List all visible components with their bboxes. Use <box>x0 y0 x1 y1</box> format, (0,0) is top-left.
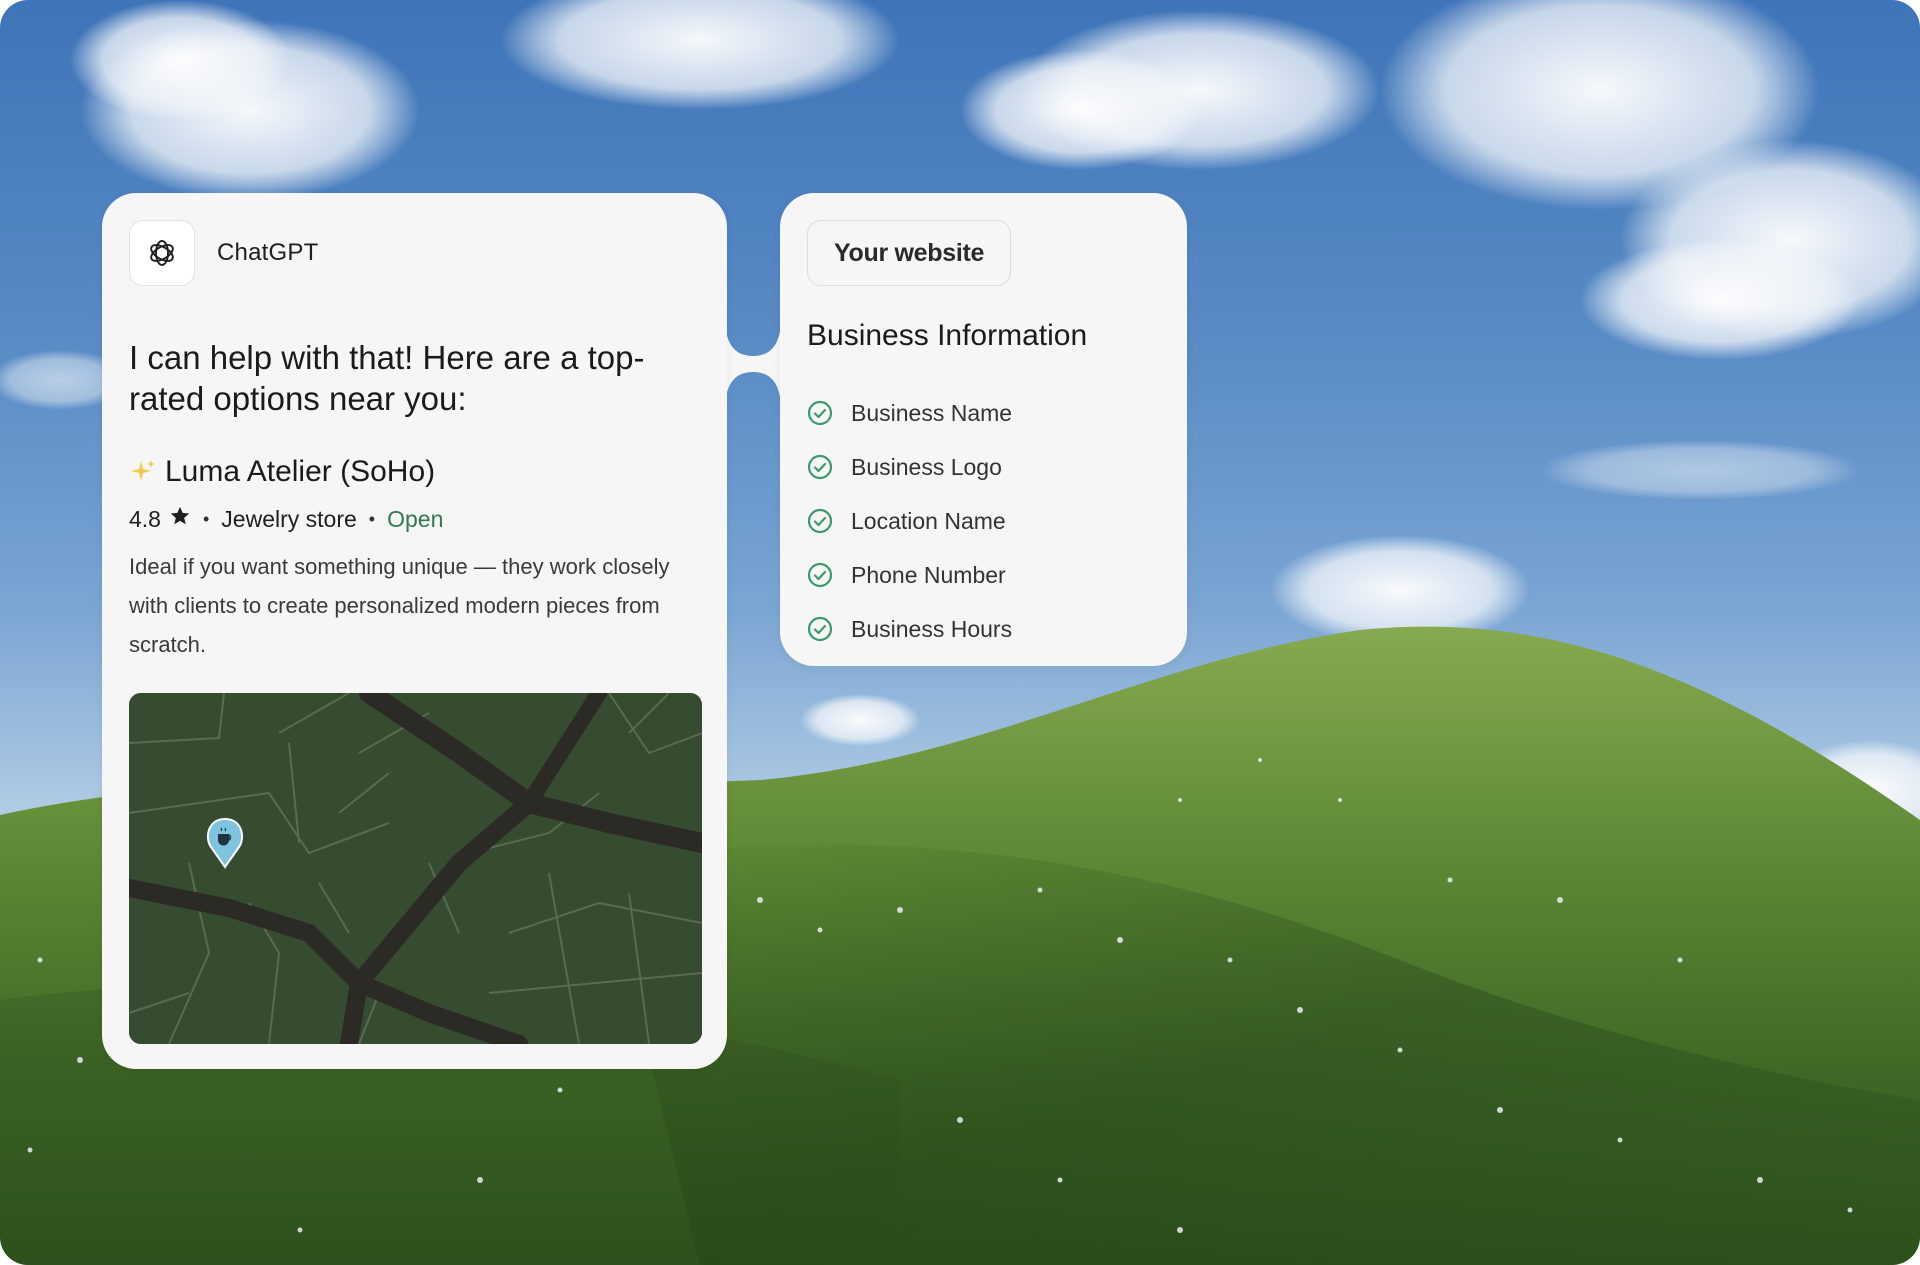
check-circle-icon <box>807 400 833 426</box>
section-title: Business Information <box>807 319 1088 352</box>
business-name: Luma Atelier (SoHo) <box>165 455 436 488</box>
map-view[interactable] <box>129 693 702 1044</box>
star-icon <box>169 505 191 533</box>
chat-header: ChatGPT <box>129 220 318 286</box>
result-description: Ideal if you want something unique — the… <box>129 554 670 657</box>
assistant-message: I can help with that! Here are a top-rat… <box>129 339 645 417</box>
sparkles-icon <box>129 458 157 486</box>
your-website-badge[interactable]: Your website <box>807 220 1012 286</box>
check-circle-icon <box>807 562 833 588</box>
rating-value: 4.8 <box>129 505 161 532</box>
app-name: ChatGPT <box>217 239 319 266</box>
list-item: Location Name <box>807 494 1012 548</box>
check-circle-icon <box>807 454 833 480</box>
openai-logo-icon <box>129 220 195 286</box>
open-status: Open <box>387 505 444 532</box>
check-circle-icon <box>807 508 833 534</box>
screen-frame: ChatGPT I can help with that! Here are a… <box>0 0 1920 1265</box>
list-item-label: Business Name <box>851 399 1013 426</box>
list-item-label: Business Hours <box>851 615 1013 642</box>
list-item-label: Business Logo <box>851 453 1002 480</box>
result-meta: 4.8 • Jewelry store • Open <box>129 505 443 533</box>
list-item: Business Name <box>807 386 1012 440</box>
separator-dot: • <box>202 508 210 529</box>
website-card: Your website Business Information Busine… <box>780 193 1187 666</box>
list-item-label: Location Name <box>851 507 1006 534</box>
business-info-checklist: Business Name Business Logo Location Nam… <box>807 386 1012 656</box>
list-item: Business Hours <box>807 602 1012 656</box>
business-category: Jewelry store <box>221 505 357 532</box>
chat-response-card: ChatGPT I can help with that! Here are a… <box>102 193 727 1069</box>
list-item: Business Logo <box>807 440 1012 494</box>
separator-dot: • <box>368 508 376 529</box>
map-illustration <box>129 693 702 1044</box>
check-circle-icon <box>807 616 833 642</box>
list-item: Phone Number <box>807 548 1012 602</box>
list-item-label: Phone Number <box>851 561 1006 588</box>
result-title[interactable]: Luma Atelier (SoHo) <box>129 455 435 489</box>
card-connector <box>725 318 781 410</box>
